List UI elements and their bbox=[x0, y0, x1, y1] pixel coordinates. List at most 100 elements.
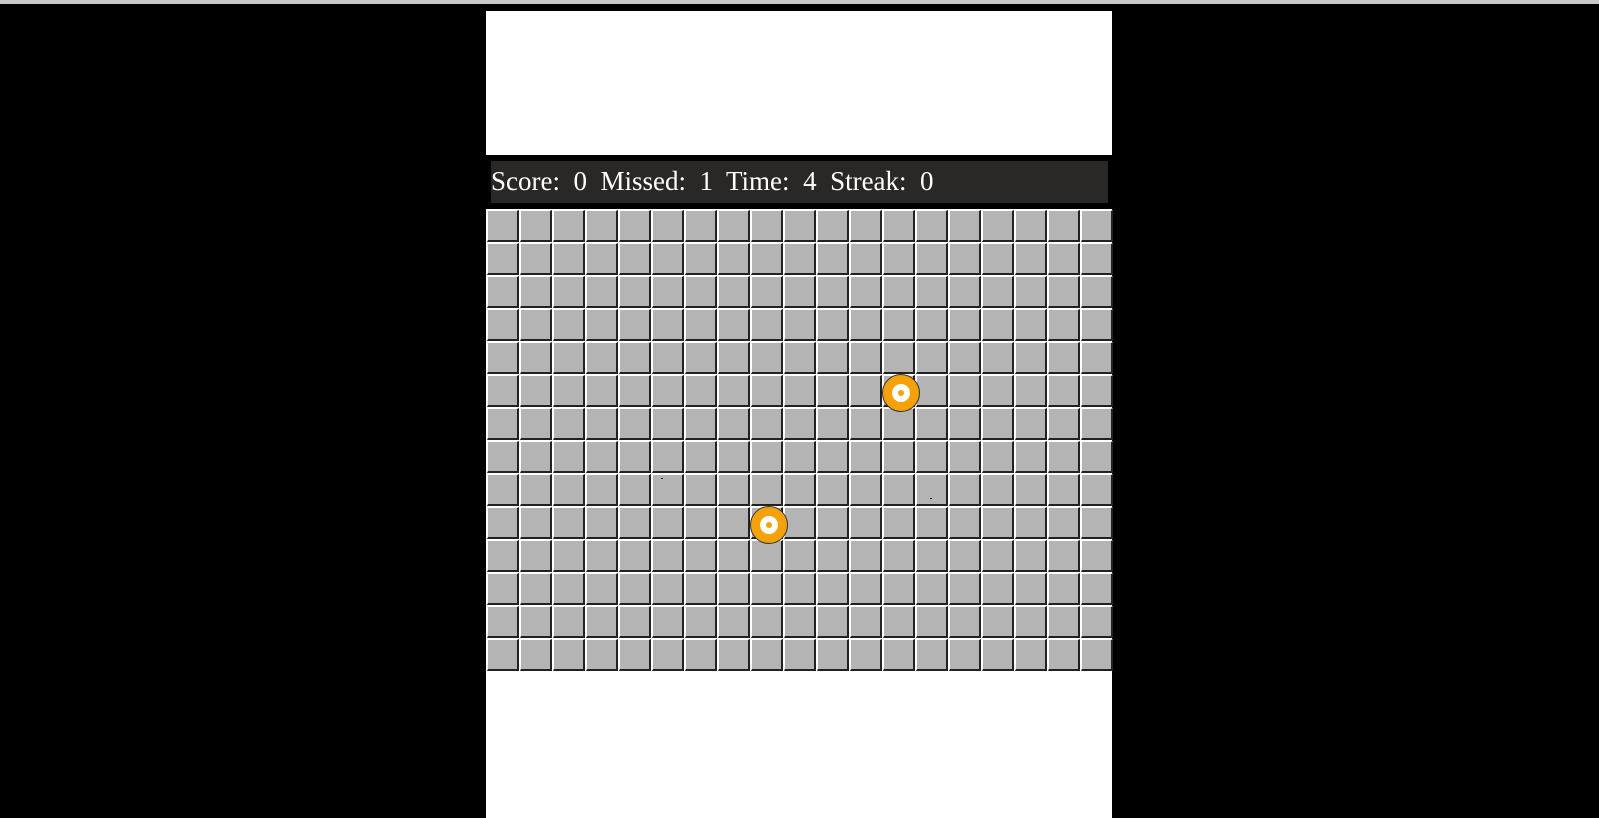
grid-cell[interactable] bbox=[784, 210, 816, 242]
grid-cell[interactable] bbox=[1048, 276, 1080, 308]
grid-cell[interactable] bbox=[520, 540, 552, 572]
grid-cell[interactable] bbox=[982, 342, 1014, 374]
grid-cell[interactable] bbox=[1081, 408, 1113, 440]
grid-cell[interactable] bbox=[949, 276, 981, 308]
grid-cell[interactable] bbox=[520, 639, 552, 671]
grid-cell[interactable] bbox=[1048, 540, 1080, 572]
grid-cell[interactable] bbox=[817, 408, 849, 440]
grid-cell[interactable] bbox=[619, 309, 651, 341]
grid-cell[interactable] bbox=[652, 342, 684, 374]
grid-cell[interactable] bbox=[751, 408, 783, 440]
grid-cell[interactable] bbox=[751, 573, 783, 605]
grid-cell[interactable] bbox=[1081, 540, 1113, 572]
grid-cell[interactable] bbox=[784, 408, 816, 440]
grid-cell[interactable] bbox=[883, 573, 915, 605]
grid-cell[interactable] bbox=[916, 243, 948, 275]
grid-cell[interactable] bbox=[685, 441, 717, 473]
grid-cell[interactable] bbox=[850, 639, 882, 671]
grid-cell[interactable] bbox=[586, 210, 618, 242]
grid-cell[interactable] bbox=[1081, 276, 1113, 308]
grid-cell[interactable] bbox=[949, 210, 981, 242]
grid-cell[interactable] bbox=[619, 243, 651, 275]
grid-cell[interactable] bbox=[1081, 342, 1113, 374]
grid-cell[interactable] bbox=[520, 342, 552, 374]
grid-cell[interactable] bbox=[1081, 639, 1113, 671]
grid-cell[interactable] bbox=[718, 408, 750, 440]
target-1[interactable] bbox=[882, 374, 920, 412]
grid-cell[interactable] bbox=[1048, 474, 1080, 506]
grid-cell[interactable] bbox=[586, 375, 618, 407]
grid-cell[interactable] bbox=[718, 573, 750, 605]
grid-cell[interactable] bbox=[718, 606, 750, 638]
grid-cell[interactable] bbox=[652, 606, 684, 638]
grid-cell[interactable] bbox=[652, 210, 684, 242]
grid-cell[interactable] bbox=[916, 210, 948, 242]
grid-cell[interactable] bbox=[1048, 309, 1080, 341]
grid-cell[interactable] bbox=[652, 375, 684, 407]
grid-cell[interactable] bbox=[685, 540, 717, 572]
grid-cell[interactable] bbox=[586, 408, 618, 440]
grid-cell[interactable] bbox=[553, 540, 585, 572]
grid-cell[interactable] bbox=[520, 474, 552, 506]
grid-cell[interactable] bbox=[619, 408, 651, 440]
grid-cell[interactable] bbox=[652, 243, 684, 275]
grid-cell[interactable] bbox=[1015, 507, 1047, 539]
grid-cell[interactable] bbox=[817, 540, 849, 572]
grid-cell[interactable] bbox=[916, 474, 948, 506]
grid-cell[interactable] bbox=[685, 639, 717, 671]
grid-cell[interactable] bbox=[1081, 507, 1113, 539]
grid-cell[interactable] bbox=[883, 441, 915, 473]
grid-cell[interactable] bbox=[883, 540, 915, 572]
grid-cell[interactable] bbox=[916, 408, 948, 440]
grid-cell[interactable] bbox=[520, 441, 552, 473]
grid-cell[interactable] bbox=[817, 639, 849, 671]
grid-cell[interactable] bbox=[1081, 573, 1113, 605]
grid-cell[interactable] bbox=[1081, 375, 1113, 407]
grid-cell[interactable] bbox=[685, 573, 717, 605]
grid-cell[interactable] bbox=[784, 474, 816, 506]
grid-cell[interactable] bbox=[982, 606, 1014, 638]
grid-cell[interactable] bbox=[982, 243, 1014, 275]
grid-cell[interactable] bbox=[487, 474, 519, 506]
grid-cell[interactable] bbox=[949, 639, 981, 671]
grid-cell[interactable] bbox=[652, 474, 684, 506]
grid-cell[interactable] bbox=[751, 639, 783, 671]
grid-cell[interactable] bbox=[982, 639, 1014, 671]
grid-cell[interactable] bbox=[685, 507, 717, 539]
grid-cell[interactable] bbox=[784, 540, 816, 572]
grid-cell[interactable] bbox=[784, 243, 816, 275]
grid-cell[interactable] bbox=[520, 243, 552, 275]
grid-cell[interactable] bbox=[817, 309, 849, 341]
grid-cell[interactable] bbox=[619, 276, 651, 308]
grid-cell[interactable] bbox=[685, 408, 717, 440]
grid-cell[interactable] bbox=[751, 342, 783, 374]
grid-cell[interactable] bbox=[652, 441, 684, 473]
grid-cell[interactable] bbox=[883, 507, 915, 539]
grid-cell[interactable] bbox=[850, 474, 882, 506]
grid-cell[interactable] bbox=[718, 639, 750, 671]
grid-cell[interactable] bbox=[520, 606, 552, 638]
grid-cell[interactable] bbox=[850, 573, 882, 605]
grid-cell[interactable] bbox=[850, 375, 882, 407]
grid-cell[interactable] bbox=[1015, 309, 1047, 341]
grid-cell[interactable] bbox=[586, 441, 618, 473]
grid-cell[interactable] bbox=[751, 309, 783, 341]
grid-cell[interactable] bbox=[916, 276, 948, 308]
grid-cell[interactable] bbox=[487, 210, 519, 242]
grid-cell[interactable] bbox=[619, 606, 651, 638]
grid-cell[interactable] bbox=[817, 276, 849, 308]
grid-cell[interactable] bbox=[916, 309, 948, 341]
grid-cell[interactable] bbox=[652, 309, 684, 341]
grid-cell[interactable] bbox=[850, 408, 882, 440]
grid-cell[interactable] bbox=[520, 408, 552, 440]
grid-cell[interactable] bbox=[487, 573, 519, 605]
grid-cell[interactable] bbox=[619, 441, 651, 473]
grid-cell[interactable] bbox=[553, 507, 585, 539]
grid-cell[interactable] bbox=[619, 210, 651, 242]
grid-cell[interactable] bbox=[883, 408, 915, 440]
grid-cell[interactable] bbox=[751, 474, 783, 506]
grid-cell[interactable] bbox=[949, 309, 981, 341]
grid-cell[interactable] bbox=[619, 375, 651, 407]
grid-cell[interactable] bbox=[487, 606, 519, 638]
grid-cell[interactable] bbox=[916, 573, 948, 605]
